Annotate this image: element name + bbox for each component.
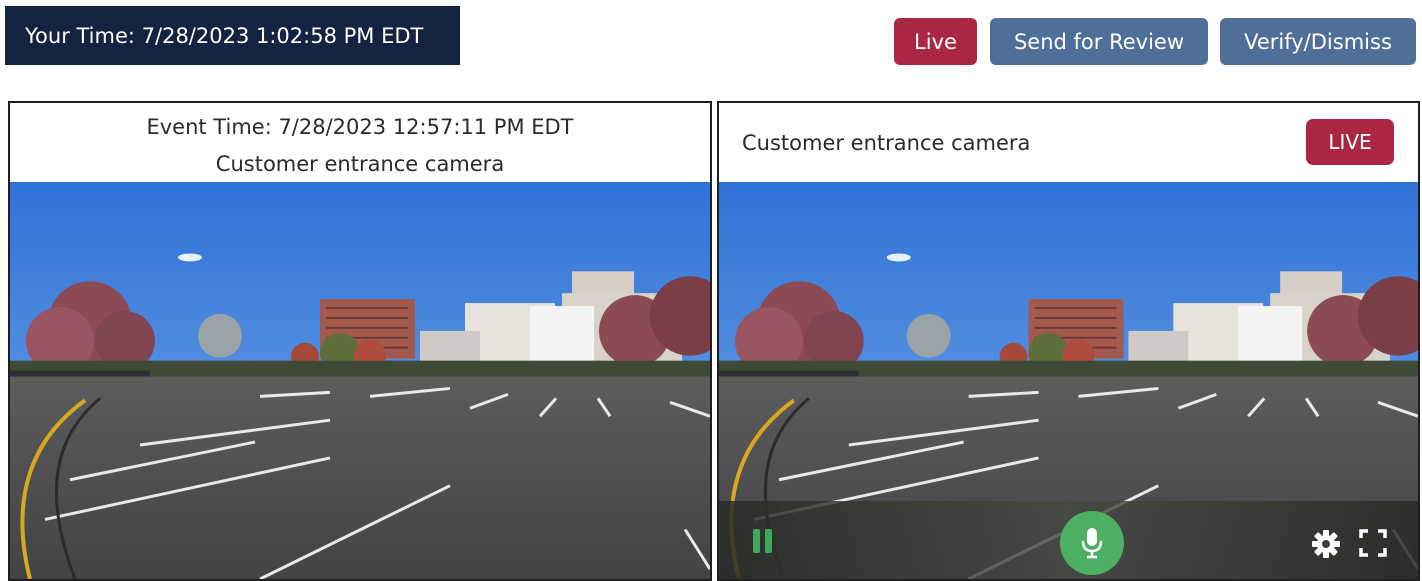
live-feed-panel: Customer entrance camera LIVE [717,101,1420,581]
event-snapshot-panel: Event Time: 7/28/2023 12:57:11 PM EDT Cu… [8,101,712,581]
pause-icon[interactable] [752,529,774,553]
video-controls-bar [719,501,1418,579]
gear-icon[interactable] [1310,528,1342,560]
fullscreen-icon[interactable] [1359,529,1387,557]
live-button[interactable]: Live [894,18,977,65]
event-time-label: Event Time: 7/28/2023 12:57:11 PM EDT [146,115,574,139]
live-panel-header: Customer entrance camera LIVE [719,103,1418,182]
microphone-icon [1081,528,1103,559]
event-camera-name: Customer entrance camera [215,152,505,176]
verify-dismiss-button[interactable]: Verify/Dismiss [1220,18,1416,65]
live-badge: LIVE [1306,119,1394,165]
send-for-review-button[interactable]: Send for Review [990,18,1208,65]
event-panel-header: Event Time: 7/28/2023 12:57:11 PM EDT Cu… [10,103,710,182]
live-camera-name: Customer entrance camera [742,131,1031,155]
your-time-display: Your Time: 7/28/2023 1:02:58 PM EDT [5,6,460,65]
microphone-button[interactable] [1060,511,1124,575]
event-snapshot-image [10,182,710,579]
